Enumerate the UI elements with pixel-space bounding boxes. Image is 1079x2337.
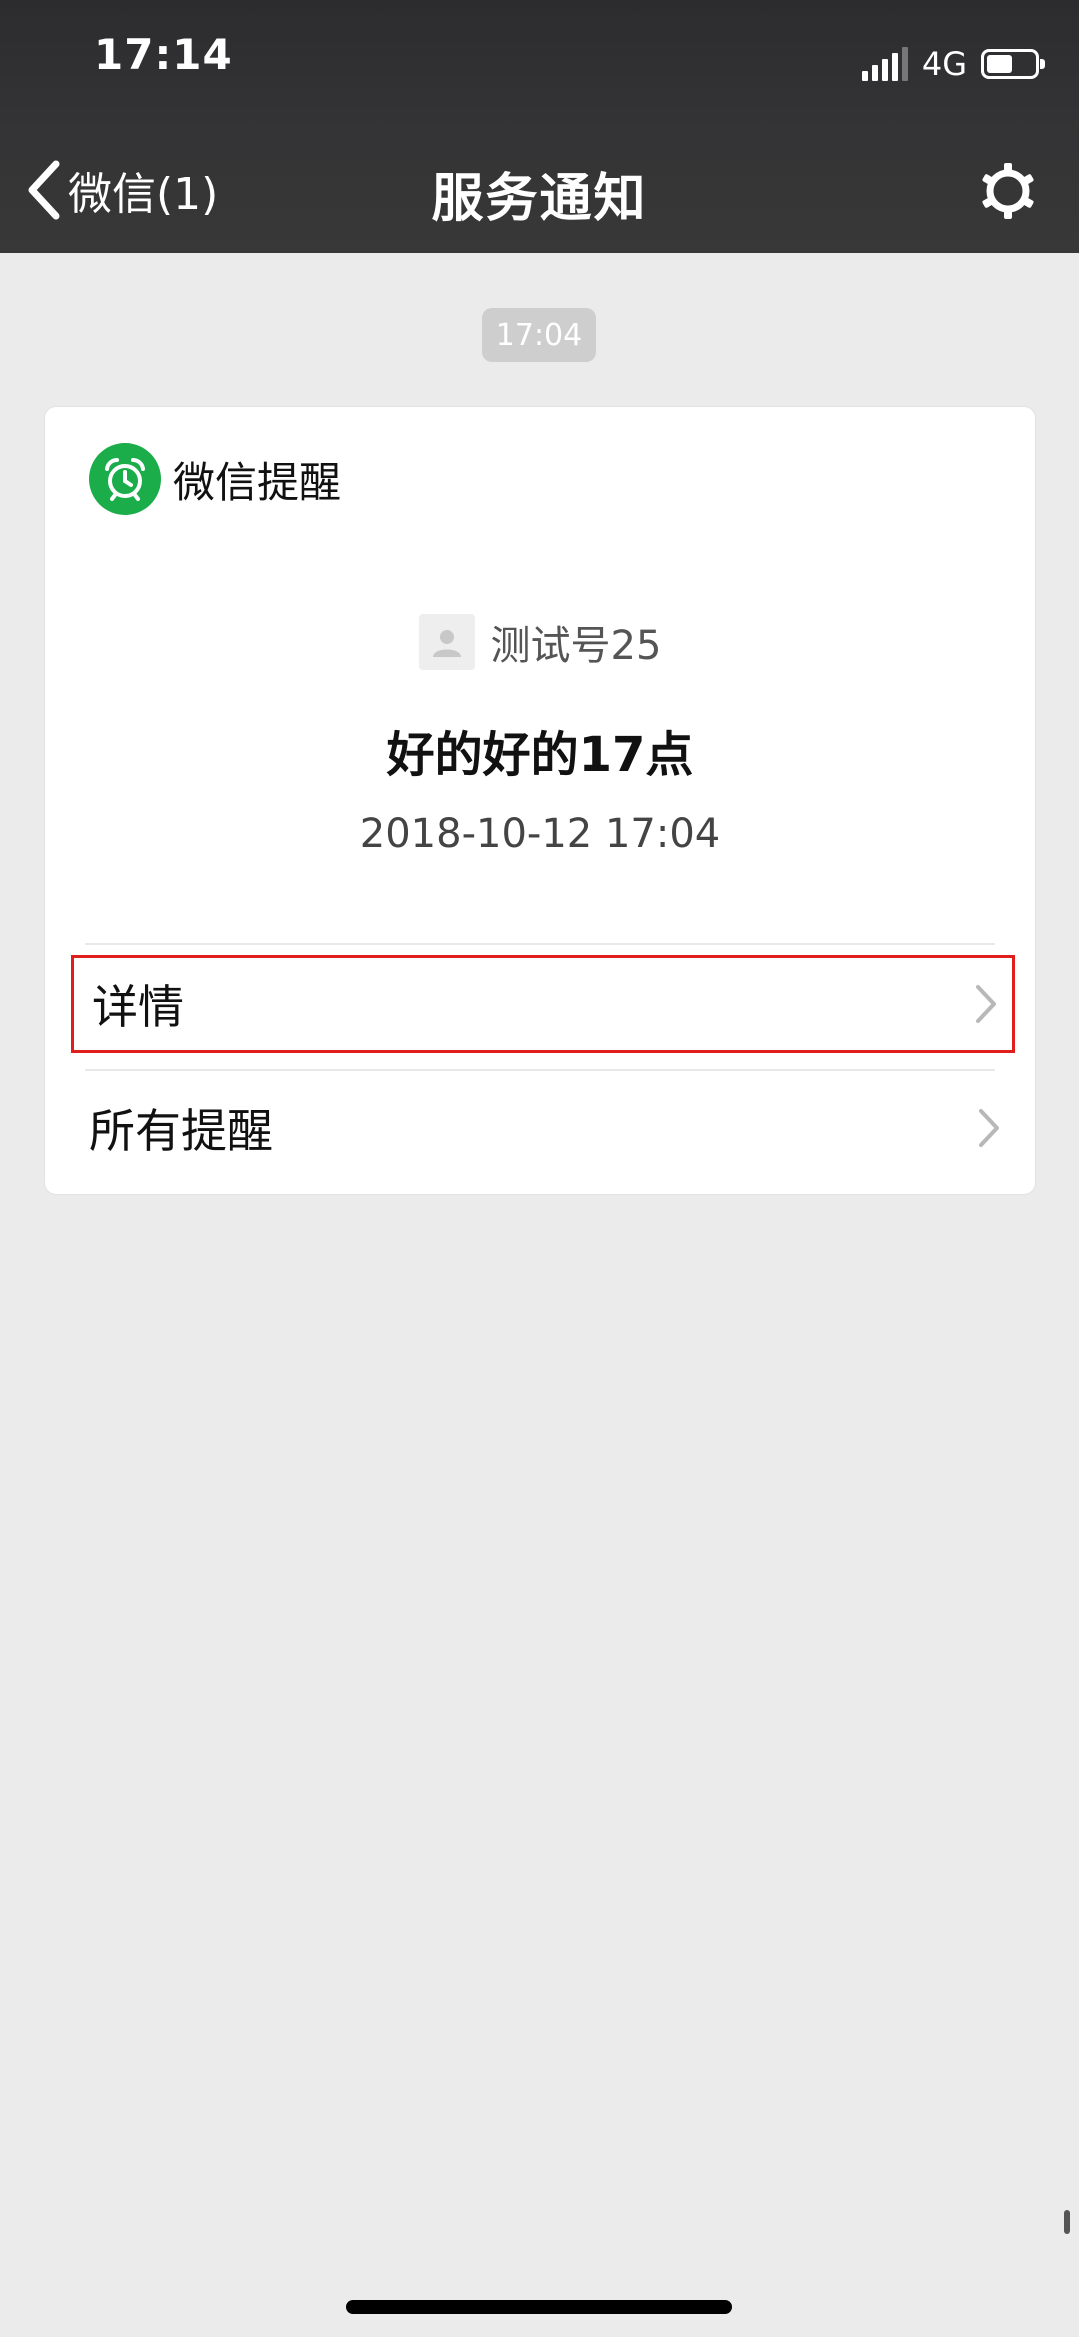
gear-icon[interactable] xyxy=(979,162,1037,220)
card-header: 微信提醒 xyxy=(89,443,341,515)
divider xyxy=(85,943,995,945)
details-row[interactable]: 详情 xyxy=(71,955,1015,1053)
signal-icon xyxy=(861,47,908,81)
details-label: 详情 xyxy=(92,980,184,1034)
all-reminders-label: 所有提醒 xyxy=(89,1104,273,1158)
sender-name: 测试号25 xyxy=(490,623,662,669)
user-icon xyxy=(432,630,461,657)
battery-level xyxy=(987,55,1012,73)
scrollbar[interactable] xyxy=(1064,2210,1070,2234)
notification-card: 微信提醒 测试号25 好的好的17点 2018-10-12 17:04 详情 所… xyxy=(44,406,1036,1195)
battery-icon xyxy=(981,49,1045,79)
message-title: 好的好的17点 xyxy=(386,727,694,783)
chevron-right-icon xyxy=(979,1109,999,1147)
status-indicators: 4G xyxy=(861,44,1045,84)
alarm-clock-icon xyxy=(89,443,161,515)
message-time: 2018-10-12 17:04 xyxy=(359,811,721,857)
home-indicator[interactable] xyxy=(346,2300,732,2314)
chevron-right-icon xyxy=(976,985,996,1023)
avatar xyxy=(418,614,475,670)
header: 17:14 4G 微信(1) 服务通知 xyxy=(0,0,1079,253)
network-type: 4G xyxy=(921,45,967,83)
all-reminders-row[interactable]: 所有提醒 xyxy=(71,1079,1015,1177)
sender: 测试号25 xyxy=(45,613,1035,671)
divider xyxy=(85,1069,995,1071)
app-name: 微信提醒 xyxy=(173,457,342,507)
message-timestamp: 17:04 xyxy=(482,308,596,362)
status-time: 17:14 xyxy=(94,30,233,79)
page-title: 服务通知 xyxy=(431,169,648,229)
notification-page: 17:14 4G 微信(1) 服务通知 17:04 微信提醒 测试号25 好的好… xyxy=(0,0,1079,2337)
